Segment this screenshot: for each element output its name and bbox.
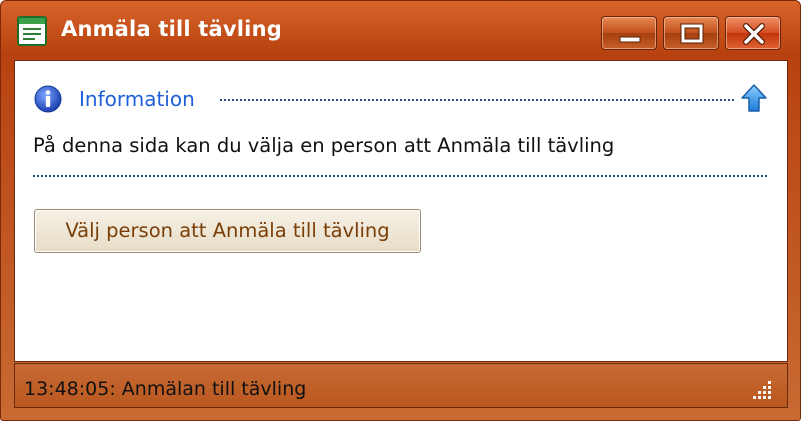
content-area: Information På denna sida kan du välja e…	[14, 60, 788, 362]
info-panel-header: Information	[33, 81, 773, 113]
info-panel-title: Information	[79, 87, 195, 111]
status-bar: 13:48:05: Anmälan till tävling	[14, 363, 788, 408]
header-divider	[220, 99, 734, 101]
window-title: Anmäla till tävling	[61, 17, 282, 41]
info-icon	[33, 84, 63, 114]
minimize-button[interactable]	[601, 16, 657, 50]
info-panel-text: På denna sida kan du välja en person att…	[33, 134, 615, 157]
close-icon	[743, 23, 765, 45]
maximize-icon	[680, 23, 704, 44]
minimize-icon	[619, 36, 641, 43]
section-divider	[33, 175, 767, 177]
close-button[interactable]	[725, 16, 781, 50]
title-bar[interactable]: Anmäla till tävling	[1, 1, 800, 59]
app-window: Anmäla till tävling Information På denna…	[0, 0, 801, 421]
form-icon	[17, 16, 47, 46]
resize-grip-icon[interactable]	[749, 377, 773, 401]
maximize-button[interactable]	[663, 16, 719, 50]
arrow-up-icon[interactable]	[739, 81, 769, 115]
status-message: 13:48:05: Anmälan till tävling	[24, 378, 307, 400]
select-person-button[interactable]: Välj person att Anmäla till tävling	[34, 209, 421, 253]
